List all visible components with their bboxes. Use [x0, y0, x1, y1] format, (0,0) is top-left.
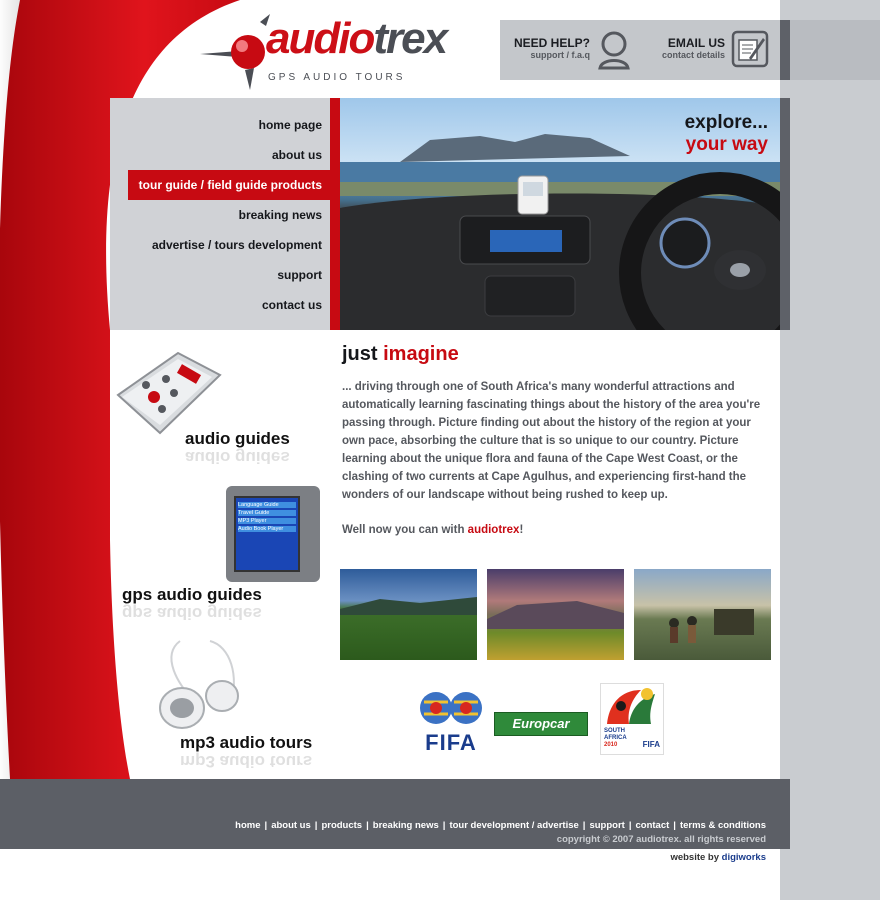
- wc-line1: SOUTH: [604, 728, 625, 734]
- wc-year: 2010: [604, 742, 618, 748]
- footer-link-support[interactable]: support: [589, 820, 624, 831]
- email-us-subtitle: contact details: [661, 50, 725, 60]
- product-audio-guides[interactable]: audio guides: [185, 429, 290, 449]
- footer-link-tour-development[interactable]: tour development / advertise: [449, 820, 578, 831]
- product-mp3-audio-tours-reflection: mp3 audio tours: [180, 752, 313, 771]
- nav-item-contact-us[interactable]: contact us: [110, 290, 330, 320]
- footer-link-home[interactable]: home: [235, 820, 260, 831]
- nav-item-advertise[interactable]: advertise / tours development: [110, 230, 330, 260]
- footer-link-contact[interactable]: contact: [635, 820, 669, 831]
- hero-tagline-line1: explore...: [684, 112, 768, 133]
- email-us-title: EMAIL US: [667, 36, 725, 50]
- gps-menu-item: Travel Guide: [238, 510, 296, 516]
- footer-link-terms[interactable]: terms & conditions: [680, 820, 766, 831]
- brand-tagline: GPS AUDIO TOURS: [268, 72, 406, 83]
- fifa-globes-icon: [420, 692, 482, 724]
- footer-separator: |: [673, 820, 676, 831]
- nav-item-support[interactable]: support: [110, 260, 330, 290]
- world-cup-emblem-icon: [607, 688, 655, 724]
- brand-wordmark-part2: trex: [373, 14, 448, 63]
- cta-brand: audiotrex: [467, 524, 520, 536]
- nav-item-home-page[interactable]: home page: [110, 110, 330, 140]
- hero-tagline-line2: your way: [685, 134, 768, 155]
- section-heading: just imagine: [342, 343, 459, 366]
- product-mp3-audio-tours[interactable]: mp3 audio tours: [180, 733, 312, 753]
- footer-separator: |: [442, 820, 446, 831]
- footer-nav: home | about us | products | breaking news | tou…: [110, 820, 766, 831]
- footer-link-breaking-news[interactable]: breaking news: [373, 820, 439, 831]
- footer-separator: |: [582, 820, 586, 831]
- main-nav-divider: [330, 98, 340, 330]
- need-help-subtitle: support / f.a.q: [530, 50, 591, 60]
- heading-part2: imagine: [383, 343, 459, 365]
- need-help-link[interactable]: NEED HELP? support / f.a.q: [508, 36, 590, 60]
- gps-menu-item: Language Guide: [238, 502, 296, 508]
- product-gps-audio-guides-reflection: gps audio guides: [122, 604, 262, 623]
- intro-paragraph: ... driving through one of South Africa'…: [342, 381, 761, 501]
- footer-separator: |: [628, 820, 632, 831]
- gps-device-image[interactable]: Language Guide Travel Guide MP3 Player A…: [226, 486, 320, 582]
- fifa-logo[interactable]: FIFA: [418, 690, 484, 755]
- product-audio-guides-reflection: audio guides: [185, 448, 290, 467]
- photo-table-mountain[interactable]: [487, 569, 624, 660]
- help-panel-edge: [780, 20, 790, 80]
- nav-item-breaking-news[interactable]: breaking news: [110, 200, 330, 230]
- footer-separator: |: [314, 820, 318, 831]
- photo-safari-group[interactable]: [634, 569, 771, 660]
- right-column-background: [780, 0, 880, 900]
- footer-separator: |: [366, 820, 369, 831]
- nav-item-about-us[interactable]: about us: [110, 140, 330, 170]
- heading-part1: just: [342, 343, 384, 365]
- support-person-icon[interactable]: [596, 30, 632, 70]
- photo-vineyard-landscape[interactable]: [340, 569, 477, 660]
- cta-part2: !: [519, 524, 524, 536]
- brand-wordmark[interactable]: audiotrex: [266, 14, 448, 64]
- footer-separator: |: [264, 820, 268, 831]
- footer-link-products[interactable]: products: [321, 820, 362, 831]
- hero-tagline: explore... your way: [560, 112, 768, 156]
- product-gps-audio-guides[interactable]: gps audio guides: [122, 585, 262, 605]
- world-cup-2010-logo[interactable]: SOUTH AFRICA 2010 FIFA: [600, 683, 664, 755]
- fifa-wordmark: FIFA: [425, 730, 477, 755]
- email-pencil-icon[interactable]: [731, 30, 769, 68]
- wc-fifa: FIFA: [642, 740, 660, 749]
- cta-part1: Well now you can with: [342, 524, 468, 536]
- site-credit: website by digiworks: [400, 852, 766, 863]
- footer-link-about-us[interactable]: about us: [271, 820, 311, 831]
- hero-edge: [780, 98, 790, 330]
- email-us-link[interactable]: EMAIL US contact details: [640, 36, 725, 60]
- cta-line: Well now you can with audiotrex!: [342, 524, 523, 536]
- brand-wordmark-part1: audio: [266, 14, 375, 63]
- europcar-logo[interactable]: Europcar: [494, 712, 588, 736]
- gps-menu-item: Audio Book Player: [238, 526, 296, 532]
- earphones-image[interactable]: [140, 636, 260, 736]
- copyright-text: copyright © 2007 audiotrex. all rights r…: [556, 834, 766, 845]
- gps-menu-item: MP3 Player: [238, 518, 296, 524]
- nav-item-products[interactable]: tour guide / field guide products: [128, 170, 330, 200]
- wc-line2: AFRICA: [604, 735, 627, 741]
- credit-prefix: website by: [670, 852, 722, 863]
- need-help-title: NEED HELP?: [513, 36, 590, 50]
- credit-link-digiworks[interactable]: digiworks: [722, 852, 766, 863]
- right-column-top-band: [780, 20, 880, 80]
